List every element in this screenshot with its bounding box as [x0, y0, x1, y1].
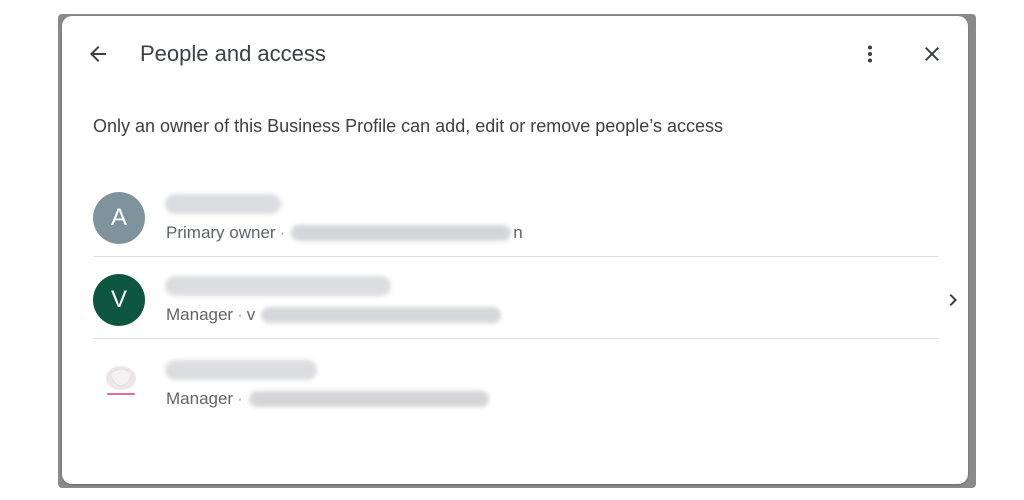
- screen: People and access Only an owner of this …: [0, 0, 1024, 500]
- chevron-right-icon: [949, 294, 957, 306]
- email-tail: n: [513, 223, 523, 242]
- person-row-manager-2: Manager ·: [93, 342, 939, 422]
- close-button[interactable]: [916, 38, 948, 70]
- person-meta: Manager · v: [166, 304, 502, 326]
- role-label: Manager: [166, 389, 234, 408]
- people-and-access-dialog: People and access Only an owner of this …: [62, 16, 968, 484]
- email-head: v: [246, 305, 256, 324]
- dialog-title: People and access: [140, 41, 326, 66]
- logo-avatar: [106, 366, 136, 395]
- open-person-button[interactable]: [939, 286, 967, 314]
- separator: ·: [237, 305, 243, 324]
- person-meta: Manager ·: [166, 388, 489, 410]
- close-icon: [925, 47, 939, 61]
- redacted-name: [165, 276, 391, 296]
- access-notice: Only an owner of this Business Profile c…: [93, 116, 723, 136]
- back-button[interactable]: [82, 38, 114, 70]
- separator: ·: [237, 389, 243, 408]
- redacted-name: [165, 194, 281, 214]
- person-row-manager-1[interactable]: V Manager · v: [93, 258, 957, 338]
- redacted-email: [261, 307, 502, 323]
- divider: [93, 338, 939, 339]
- separator: ·: [279, 223, 286, 242]
- redacted-name: [165, 360, 317, 380]
- avatar-letter: A: [110, 204, 127, 231]
- avatar: A: [93, 192, 145, 244]
- more-options-button[interactable]: [854, 38, 886, 70]
- avatar: V: [93, 274, 145, 326]
- divider: [93, 256, 939, 257]
- more-vertical-icon: [868, 45, 872, 63]
- arrow-back-icon: [90, 46, 106, 62]
- role-label: Manager: [166, 305, 234, 324]
- person-meta: Primary owner · n: [166, 222, 523, 244]
- redacted-email: [248, 391, 489, 407]
- person-row-primary-owner: A Primary owner · n: [93, 176, 939, 256]
- avatar-letter: V: [110, 286, 127, 313]
- redacted-email: [291, 225, 512, 241]
- dialog-header: People and access: [62, 16, 968, 88]
- role-label: Primary owner: [166, 223, 276, 242]
